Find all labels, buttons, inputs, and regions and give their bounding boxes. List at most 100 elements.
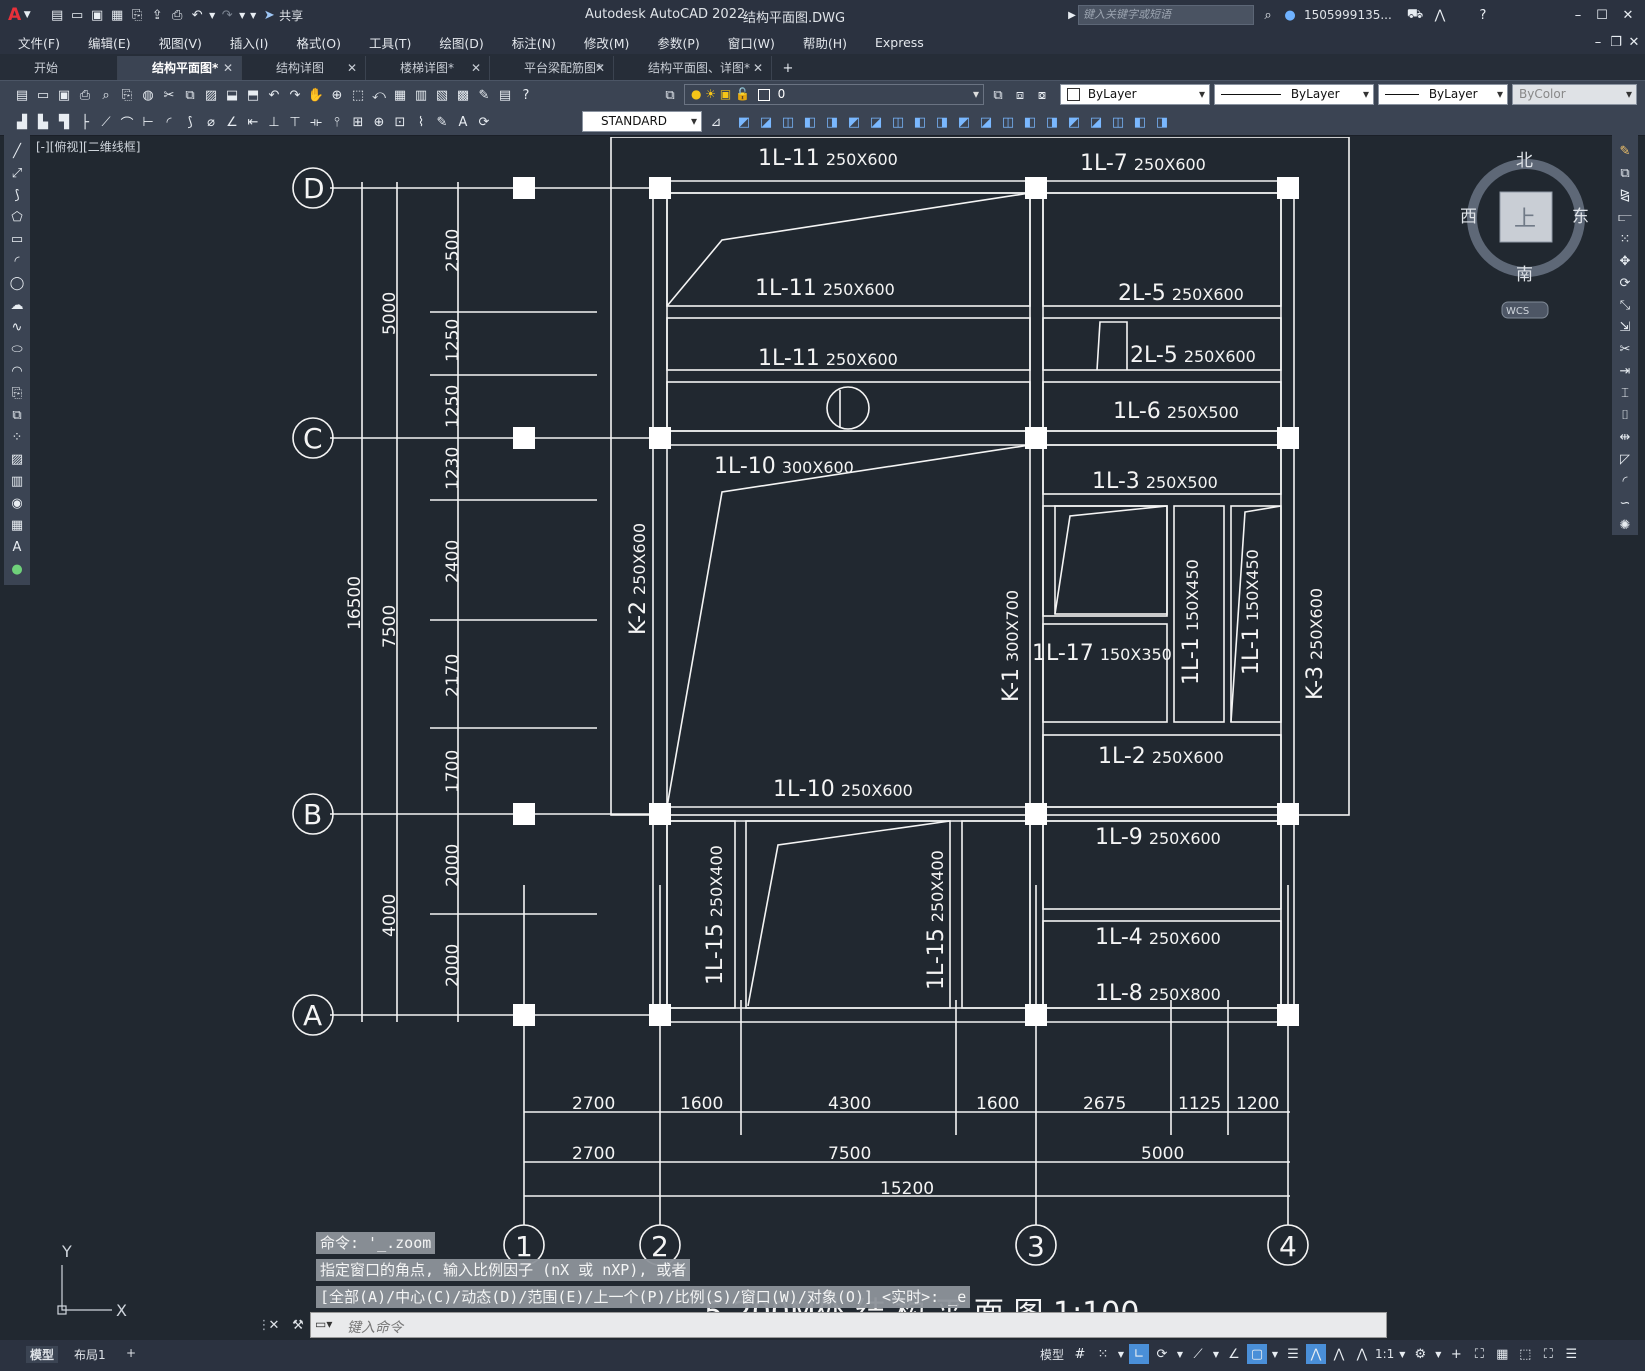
tab-close-icon[interactable]: ✕ xyxy=(595,56,605,80)
layer-previous-icon[interactable]: ⧈ xyxy=(1010,85,1030,105)
compass-south[interactable]: 南 xyxy=(1516,265,1533,285)
layer-select[interactable]: ● ☀ ▣ 🔓 0 ▾ xyxy=(684,84,984,105)
paste-icon[interactable]: ▨ xyxy=(201,85,221,105)
autocad-logo-icon[interactable]: A xyxy=(8,5,21,25)
hatch-back-icon[interactable]: ▜ xyxy=(54,112,74,132)
menu-parametric[interactable]: 参数(P) xyxy=(643,33,713,52)
dim-radius-icon[interactable]: ◜ xyxy=(159,112,179,132)
minimize-icon[interactable]: – xyxy=(1568,5,1588,25)
save-as-icon[interactable]: ▦ xyxy=(107,5,127,25)
revcloud-icon[interactable]: ☁ xyxy=(7,295,27,315)
zoom-realtime-icon[interactable]: ⊕ xyxy=(327,85,347,105)
save-icon[interactable]: ▣ xyxy=(87,5,107,25)
workspace-dropdown-icon[interactable]: ▼ xyxy=(1433,1344,1443,1364)
dim-jogged-icon[interactable]: ⟆ xyxy=(180,112,200,132)
scale-icon[interactable]: ⤡ xyxy=(1615,295,1635,315)
publish-icon[interactable]: ⎘ xyxy=(117,85,137,105)
tab-close-icon[interactable]: ✕ xyxy=(347,56,357,80)
menu-file[interactable]: 文件(F) xyxy=(0,33,74,52)
menu-format[interactable]: 格式(O) xyxy=(282,33,355,52)
object-snap-tracking-icon[interactable]: ∠ xyxy=(1224,1344,1244,1364)
cart-icon[interactable]: ⛟ xyxy=(1405,5,1425,25)
ucs-x-icon[interactable]: ◨ xyxy=(932,112,952,132)
lineweight-select[interactable]: ByLayer ▾ xyxy=(1378,84,1508,105)
dim-diameter-icon[interactable]: ⌀ xyxy=(201,112,221,132)
block-editor-icon[interactable]: ⬒ xyxy=(243,85,263,105)
dim-update-icon[interactable]: ⟳ xyxy=(474,112,494,132)
cylinder-icon[interactable]: ◧ xyxy=(1130,112,1150,132)
break-icon[interactable]: ⌷ xyxy=(1615,405,1635,425)
quick-dim-icon[interactable]: ⇤ xyxy=(243,112,263,132)
stretch-icon[interactable]: ⇲ xyxy=(1615,317,1635,337)
clean-screen-icon[interactable]: ⬚ xyxy=(1515,1344,1535,1364)
zoom-window-icon[interactable]: ⬚ xyxy=(348,85,368,105)
lineweight-icon[interactable]: ☰ xyxy=(1283,1344,1303,1364)
dim-break-icon[interactable]: ⫯ xyxy=(327,112,347,132)
doc-minimize-icon[interactable]: – xyxy=(1588,32,1608,52)
draworder-icon[interactable]: ▟ xyxy=(12,112,32,132)
menu-insert[interactable]: 插入(I) xyxy=(216,33,282,52)
ucs-view-icon[interactable]: ◩ xyxy=(844,112,864,132)
dim-continue-icon[interactable]: ⊤ xyxy=(285,112,305,132)
isodraft-dropdown-icon[interactable]: ▼ xyxy=(1211,1344,1221,1364)
calculator-icon[interactable]: ▤ xyxy=(495,85,515,105)
compass-west[interactable]: 西 xyxy=(1460,207,1477,227)
spline-icon[interactable]: ∿ xyxy=(7,317,27,337)
command-input[interactable]: ▭▾ 键入命令 xyxy=(310,1312,1387,1338)
scale-dropdown-icon[interactable]: ▼ xyxy=(1397,1344,1407,1364)
make-block-icon[interactable]: ⧉ xyxy=(7,405,27,425)
construction-line-icon[interactable]: ⤢ xyxy=(7,163,27,183)
polygon-icon[interactable]: ⬠ xyxy=(7,207,27,227)
tab-structural-detail[interactable]: 结构详图 ✕ xyxy=(242,56,366,80)
command-customize-icon[interactable]: ⚒ xyxy=(288,1315,308,1335)
array-icon[interactable]: ⁙ xyxy=(1615,229,1635,249)
dimstyle-select[interactable]: STANDARD ▾ xyxy=(582,111,702,132)
inspect-icon[interactable]: ⊡ xyxy=(390,112,410,132)
snap-icon[interactable]: ⁙ xyxy=(1093,1344,1113,1364)
drawing-canvas[interactable]: D C B A 1 2 3 4 1L-11 250X600 1L-7 250X600… xyxy=(30,137,1612,1332)
move-icon[interactable]: ✥ xyxy=(1615,251,1635,271)
line-icon[interactable]: ╱ xyxy=(7,141,27,161)
ucs-origin-icon[interactable]: ◪ xyxy=(866,112,886,132)
menu-window[interactable]: 窗口(W) xyxy=(714,33,789,52)
layout1-tab[interactable]: 布局1 xyxy=(74,1346,106,1363)
ucs-named-icon[interactable]: ◧ xyxy=(1020,112,1040,132)
explode-icon[interactable]: ✺ xyxy=(1615,515,1635,535)
menu-draw[interactable]: 绘图(D) xyxy=(425,33,497,52)
tab-stair-detail[interactable]: 楼梯详图* ✕ xyxy=(366,56,490,80)
annotation-visibility-icon[interactable]: ⋀ xyxy=(1306,1344,1326,1364)
pan-icon[interactable]: ✋ xyxy=(306,85,326,105)
ucs-y-icon[interactable]: ◩ xyxy=(954,112,974,132)
tab-close-icon[interactable]: ✕ xyxy=(471,56,481,80)
layer-isolate-icon[interactable]: ⧇ xyxy=(1032,85,1052,105)
new-tab-icon[interactable]: + xyxy=(778,58,798,78)
customization-icon[interactable]: ☰ xyxy=(1561,1344,1581,1364)
preview-icon[interactable]: ⌕ xyxy=(96,85,116,105)
copy-icon[interactable]: ⧉ xyxy=(180,85,200,105)
snap-dropdown-icon[interactable]: ▼ xyxy=(1116,1344,1126,1364)
join-icon[interactable]: ⇹ xyxy=(1615,427,1635,447)
center-mark-icon[interactable]: ⊕ xyxy=(369,112,389,132)
break-point-icon[interactable]: ⌶ xyxy=(1615,383,1635,403)
ortho-icon[interactable]: ∟ xyxy=(1129,1344,1149,1364)
chamfer-icon[interactable]: ◸ xyxy=(1615,449,1635,469)
annotation-scale[interactable]: 1:1 xyxy=(1375,1344,1394,1364)
ucs-face-icon[interactable]: ◧ xyxy=(800,112,820,132)
hardware-accel-icon[interactable]: ▦ xyxy=(1492,1344,1512,1364)
tab-close-icon[interactable]: ✕ xyxy=(223,56,233,80)
grid-icon[interactable]: # xyxy=(1070,1344,1090,1364)
ucs-previous-icon[interactable]: ◫ xyxy=(778,112,798,132)
insert-block-icon[interactable]: ⎘ xyxy=(7,383,27,403)
dim-edit-icon[interactable]: ✎ xyxy=(432,112,452,132)
jogged-linear-icon[interactable]: ⌇ xyxy=(411,112,431,132)
menu-tools[interactable]: 工具(T) xyxy=(355,33,425,52)
redo-icon[interactable]: ↷ xyxy=(217,5,237,25)
rectangle-icon[interactable]: ▭ xyxy=(7,229,27,249)
import-icon[interactable]: ⎘ xyxy=(127,5,147,25)
ucs-icon[interactable]: ◩ xyxy=(734,112,754,132)
hatch-icon[interactable]: ▨ xyxy=(7,449,27,469)
share-label[interactable]: 共享 xyxy=(279,7,303,24)
tool-palettes-icon[interactable]: ▧ xyxy=(432,85,452,105)
trim-icon[interactable]: ✂ xyxy=(1615,339,1635,359)
doc-close-icon[interactable]: ✕ xyxy=(1624,32,1644,52)
